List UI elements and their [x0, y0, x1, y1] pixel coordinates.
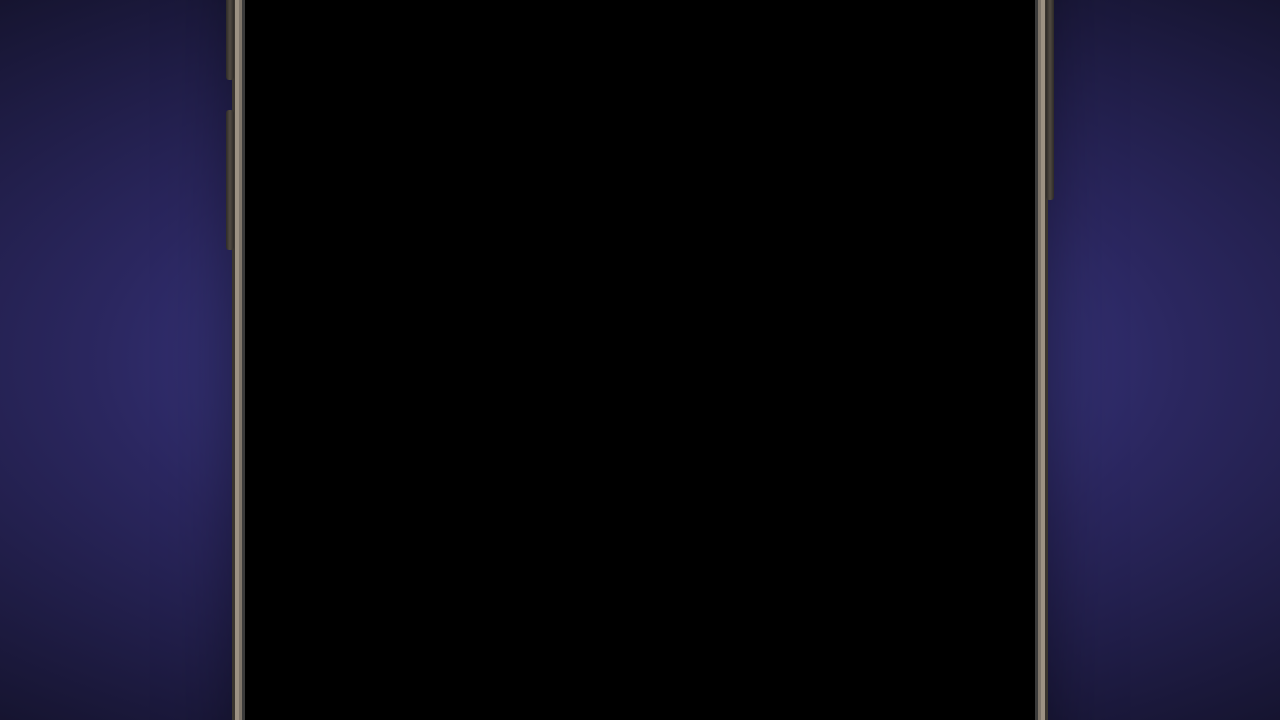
side-button-power	[1046, 0, 1054, 200]
side-button-volume-down	[226, 110, 234, 250]
phone-screen: App Explanation: WaterMinder will read/w…	[245, 0, 1035, 720]
phone-frame: App Explanation: WaterMinder will read/w…	[245, 0, 1035, 720]
side-button-volume-up	[226, 0, 234, 80]
